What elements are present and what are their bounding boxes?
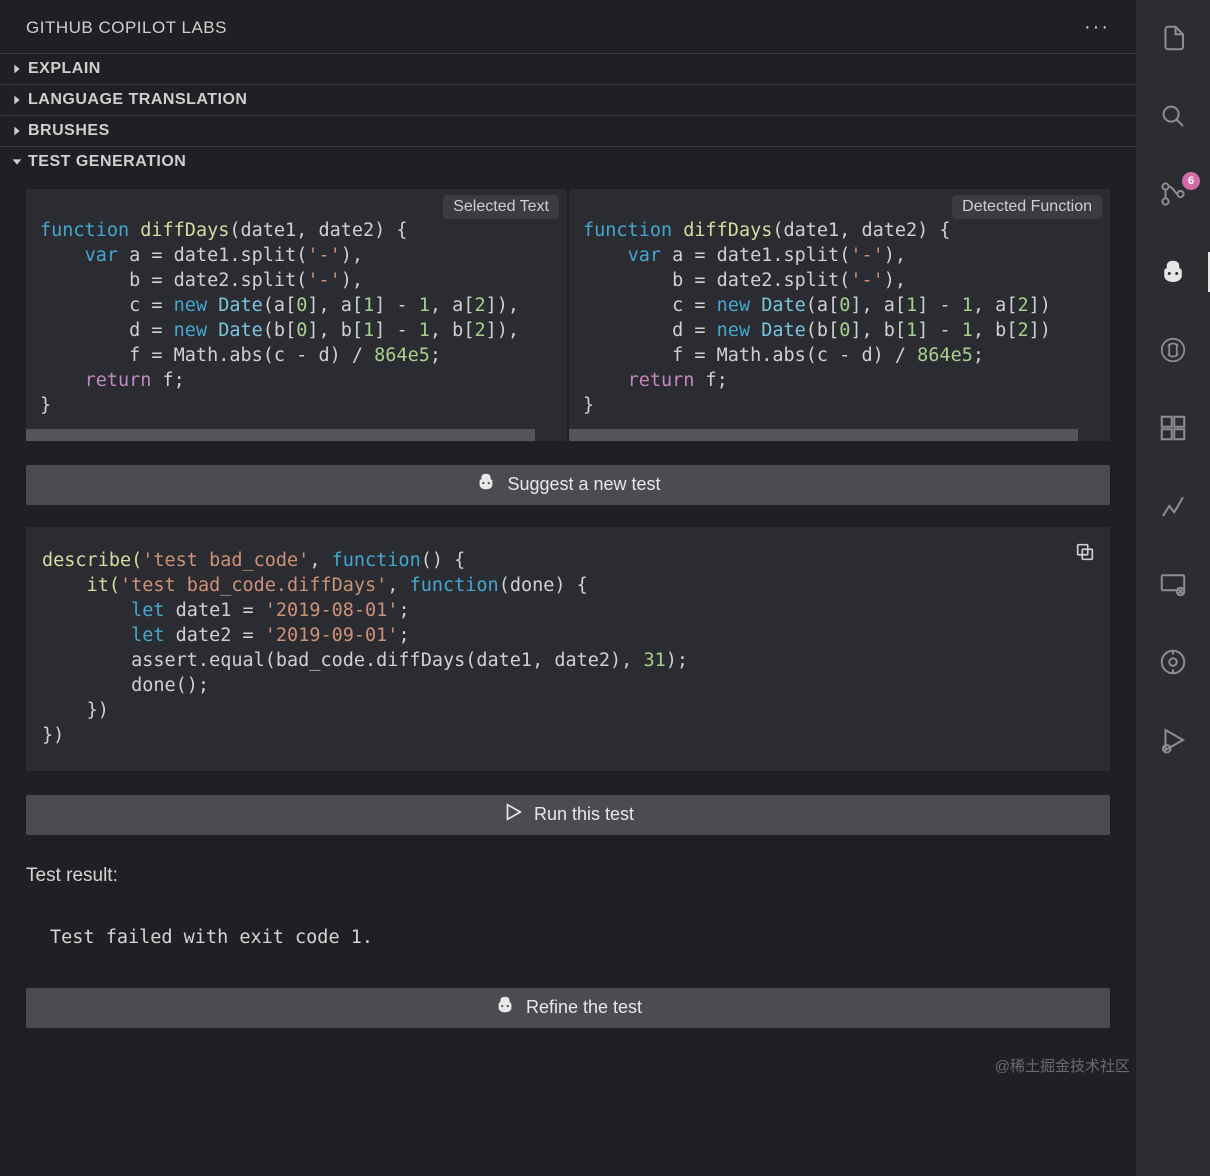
section-language-translation-label: LANGUAGE TRANSLATION [28,91,247,109]
selected-text-pane: Selected Text function diffDays(date1, d… [26,189,567,441]
test-generation-body: Selected Text function diffDays(date1, d… [0,177,1136,1176]
activity-remote[interactable] [1136,558,1210,610]
watermark: @稀土掘金技术社区 [995,1055,1130,1076]
panel-title: GITHUB COPILOT LABS [26,18,227,38]
copilot-icon [475,471,497,498]
activity-graph[interactable] [1136,480,1210,532]
section-language-translation[interactable]: LANGUAGE TRANSLATION [0,84,1136,115]
copilot-icon [494,994,516,1021]
activity-chatgpt[interactable] [1136,324,1210,376]
suggest-test-label: Suggest a new test [507,474,660,495]
chevron-down-icon [8,155,26,169]
activity-source-control[interactable]: 6 [1136,168,1210,220]
copy-icon[interactable] [1074,541,1096,568]
more-icon[interactable]: ··· [1084,16,1110,39]
run-test-label: Run this test [534,804,634,825]
suggest-test-button[interactable]: Suggest a new test [26,465,1110,505]
test-result-body: Test failed with exit code 1. [26,927,1110,948]
run-test-button[interactable]: Run this test [26,795,1110,835]
section-brushes-label: BRUSHES [28,122,110,140]
refine-test-button[interactable]: Refine the test [26,988,1110,1028]
activity-bar: 6 [1136,0,1210,1176]
activity-search[interactable] [1136,90,1210,142]
section-explain[interactable]: EXPLAIN [0,53,1136,84]
code-scrollbar[interactable] [569,429,1110,441]
activity-copilot-labs[interactable] [1136,246,1210,298]
section-test-generation[interactable]: TEST GENERATION [0,146,1136,177]
activity-gitlens[interactable] [1136,636,1210,688]
section-brushes[interactable]: BRUSHES [0,115,1136,146]
detected-function-tag: Detected Function [952,195,1102,219]
selected-text-code: function diffDays(date1, date2) { var a … [26,189,567,427]
source-control-badge: 6 [1182,172,1200,190]
section-explain-label: EXPLAIN [28,60,101,78]
chevron-right-icon [8,124,26,138]
activity-run-debug[interactable] [1136,714,1210,766]
code-scrollbar[interactable] [26,429,567,441]
play-icon [502,801,524,828]
refine-test-label: Refine the test [526,997,642,1018]
detected-function-pane: Detected Function function diffDays(date… [569,189,1110,441]
chevron-right-icon [8,93,26,107]
activity-extensions[interactable] [1136,402,1210,454]
selected-text-tag: Selected Text [443,195,559,219]
activity-explorer[interactable] [1136,12,1210,64]
detected-function-code: function diffDays(date1, date2) { var a … [569,189,1110,427]
section-test-generation-label: TEST GENERATION [28,153,186,171]
generated-test-code: describe('test bad_code', function() { i… [26,527,1110,771]
chevron-right-icon [8,62,26,76]
test-result-label: Test result: [26,865,1110,887]
